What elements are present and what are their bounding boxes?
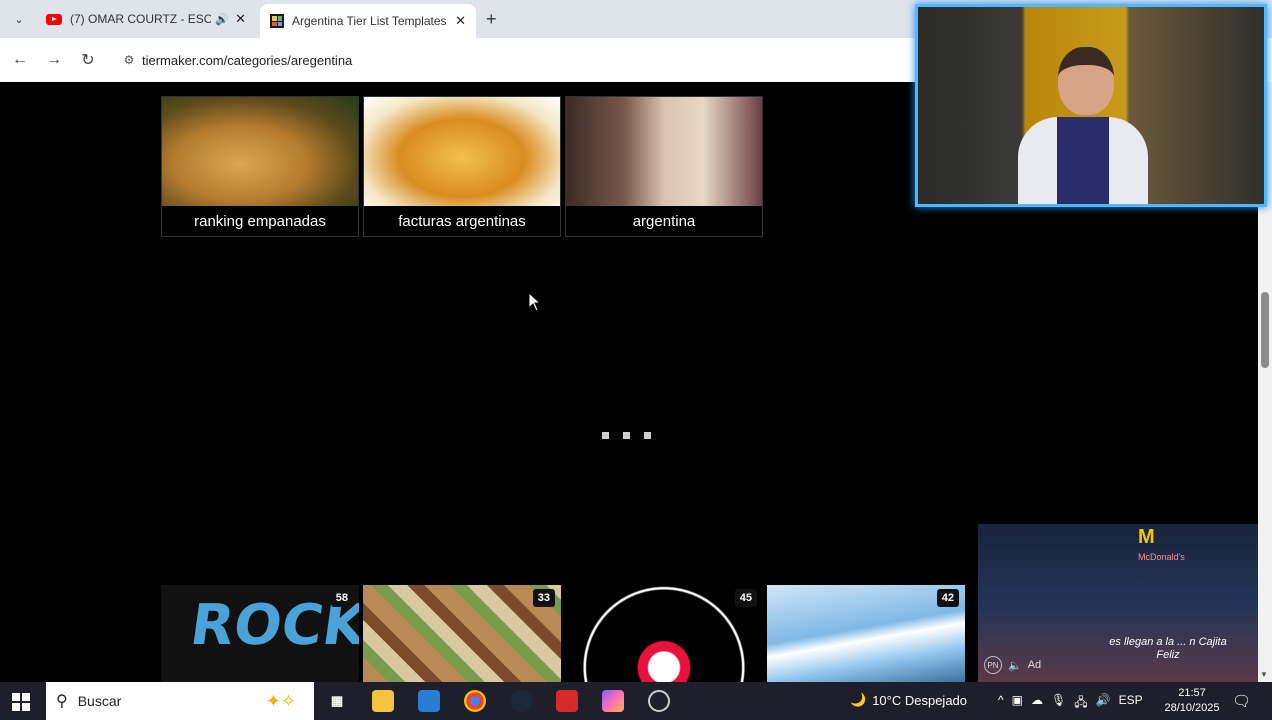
youtube-icon (46, 13, 62, 25)
tab-tiermaker[interactable]: Argentina Tier List Templates - T ✕ (260, 4, 476, 38)
scroll-down-icon[interactable]: ▼ (1260, 670, 1268, 679)
onedrive-icon[interactable]: ☁ (1031, 693, 1043, 714)
mouse-cursor-icon (528, 292, 542, 312)
clock[interactable]: 21:57 28/10/2025 (1160, 686, 1224, 716)
app-red-icon[interactable] (556, 690, 578, 712)
close-tab-icon[interactable]: ✕ (455, 13, 466, 29)
card-label: facturas argentinas (364, 206, 560, 236)
streamer-figure (1018, 47, 1148, 204)
template-count-badge: 42 (936, 589, 959, 607)
close-tab-icon[interactable]: ✕ (235, 11, 246, 27)
template-card-facturas[interactable]: facturas argentinas (363, 96, 561, 237)
webcam-overlay (915, 4, 1267, 207)
tab-title: (7) OMAR COURTZ - ESO ES (70, 12, 212, 26)
network-icon[interactable]: 🖧 (1074, 693, 1087, 714)
tab-search-chevron-icon[interactable]: ⌄ (8, 8, 30, 30)
template-count-badge: 58 (330, 589, 353, 607)
scrollbar-thumb[interactable] (1261, 292, 1269, 368)
site-info-icon[interactable]: ⚙ (116, 53, 142, 67)
card-image (566, 97, 762, 208)
volume-icon[interactable]: 🔈 (1008, 659, 1022, 672)
template-count-badge: 33 (532, 589, 555, 607)
volume-tray-icon[interactable]: 🔊 (1096, 693, 1111, 714)
template-card-empanadas[interactable]: ranking empanadas (161, 96, 359, 237)
ad-brand: McDonald's (1138, 552, 1185, 562)
search-icon: ⚲ (56, 693, 68, 710)
search-placeholder: Buscar (77, 693, 122, 709)
steam-icon[interactable] (510, 690, 532, 712)
taskbar-search-box[interactable]: ⚲ Buscar ✦✧ (46, 682, 314, 720)
card-image (162, 97, 358, 208)
url-text: tiermaker.com/categories/aregentina (142, 52, 353, 68)
windows-taskbar: ⚲ Buscar ✦✧ ▦ 🌙 10°C Despejado ^ ▣ ☁ 🎙 🖧… (0, 682, 1272, 720)
template-card-argentina[interactable]: argentina (565, 96, 763, 237)
new-tab-icon[interactable]: + (486, 9, 497, 30)
mcdonalds-logo-icon: M (1138, 526, 1155, 548)
weather-text: 10°C Despejado (872, 692, 968, 708)
tab-title: Argentina Tier List Templates - T (292, 14, 450, 28)
ad-controls: PN 🔈 Ad (984, 656, 1041, 674)
template-card-logo[interactable]: 45 (565, 585, 763, 682)
windows-start-icon[interactable] (12, 693, 30, 711)
template-count-badge: 45 (734, 589, 757, 607)
video-ad-overlay[interactable]: M McDonald's es llegan a la ... n Cajita… (978, 524, 1258, 682)
language-indicator[interactable]: ESP (1119, 693, 1143, 714)
back-icon[interactable]: ← (8, 48, 32, 72)
address-bar[interactable]: ⚙ tiermaker.com/categories/aregentina (110, 44, 930, 76)
card-label: argentina (566, 206, 762, 236)
forward-icon[interactable]: → (42, 48, 66, 72)
system-tray: ^ ▣ ☁ 🎙 🖧 🔊 ESP (998, 693, 1143, 714)
chevron-up-icon[interactable]: ^ (998, 693, 1004, 714)
microphone-icon[interactable]: 🎙 (1051, 693, 1066, 714)
ad-caption: es llegan a la ... n Cajita Feliz (1109, 636, 1227, 661)
obs-icon[interactable] (648, 690, 670, 712)
template-card-snacks[interactable]: 33 (363, 585, 561, 682)
ad-label: Ad (1027, 659, 1042, 671)
card-image (364, 97, 560, 208)
moon-icon: 🌙 (850, 692, 867, 707)
clock-time: 21:57 (1178, 687, 1206, 699)
copilot-icon[interactable] (602, 690, 624, 712)
weather-widget[interactable]: 🌙 10°C Despejado (850, 692, 967, 708)
template-card-flag[interactable]: 42 (767, 585, 965, 682)
chrome-icon[interactable] (464, 690, 486, 712)
loading-indicator (602, 432, 651, 439)
tiermaker-icon (270, 14, 284, 28)
task-view-icon[interactable]: ▦ (326, 690, 348, 712)
card-label: ranking empanadas (162, 206, 358, 236)
store-icon[interactable] (418, 690, 440, 712)
file-explorer-icon[interactable] (372, 690, 394, 712)
speaker-icon[interactable]: 🔊 (215, 13, 229, 26)
tab-youtube[interactable]: (7) OMAR COURTZ - ESO ES 🔊 ✕ (36, 4, 256, 34)
ad-rating-badge: PN (984, 656, 1002, 674)
template-card-rock[interactable]: ROCK 58 (161, 585, 359, 682)
clock-date: 28/10/2025 (1164, 702, 1220, 714)
tray-app-icon[interactable]: ▣ (1012, 693, 1023, 714)
copilot-sparkle-icon: ✦✧ (265, 690, 296, 711)
reload-icon[interactable]: ↻ (76, 48, 100, 72)
notification-icon[interactable]: 🗨 (1232, 692, 1251, 710)
